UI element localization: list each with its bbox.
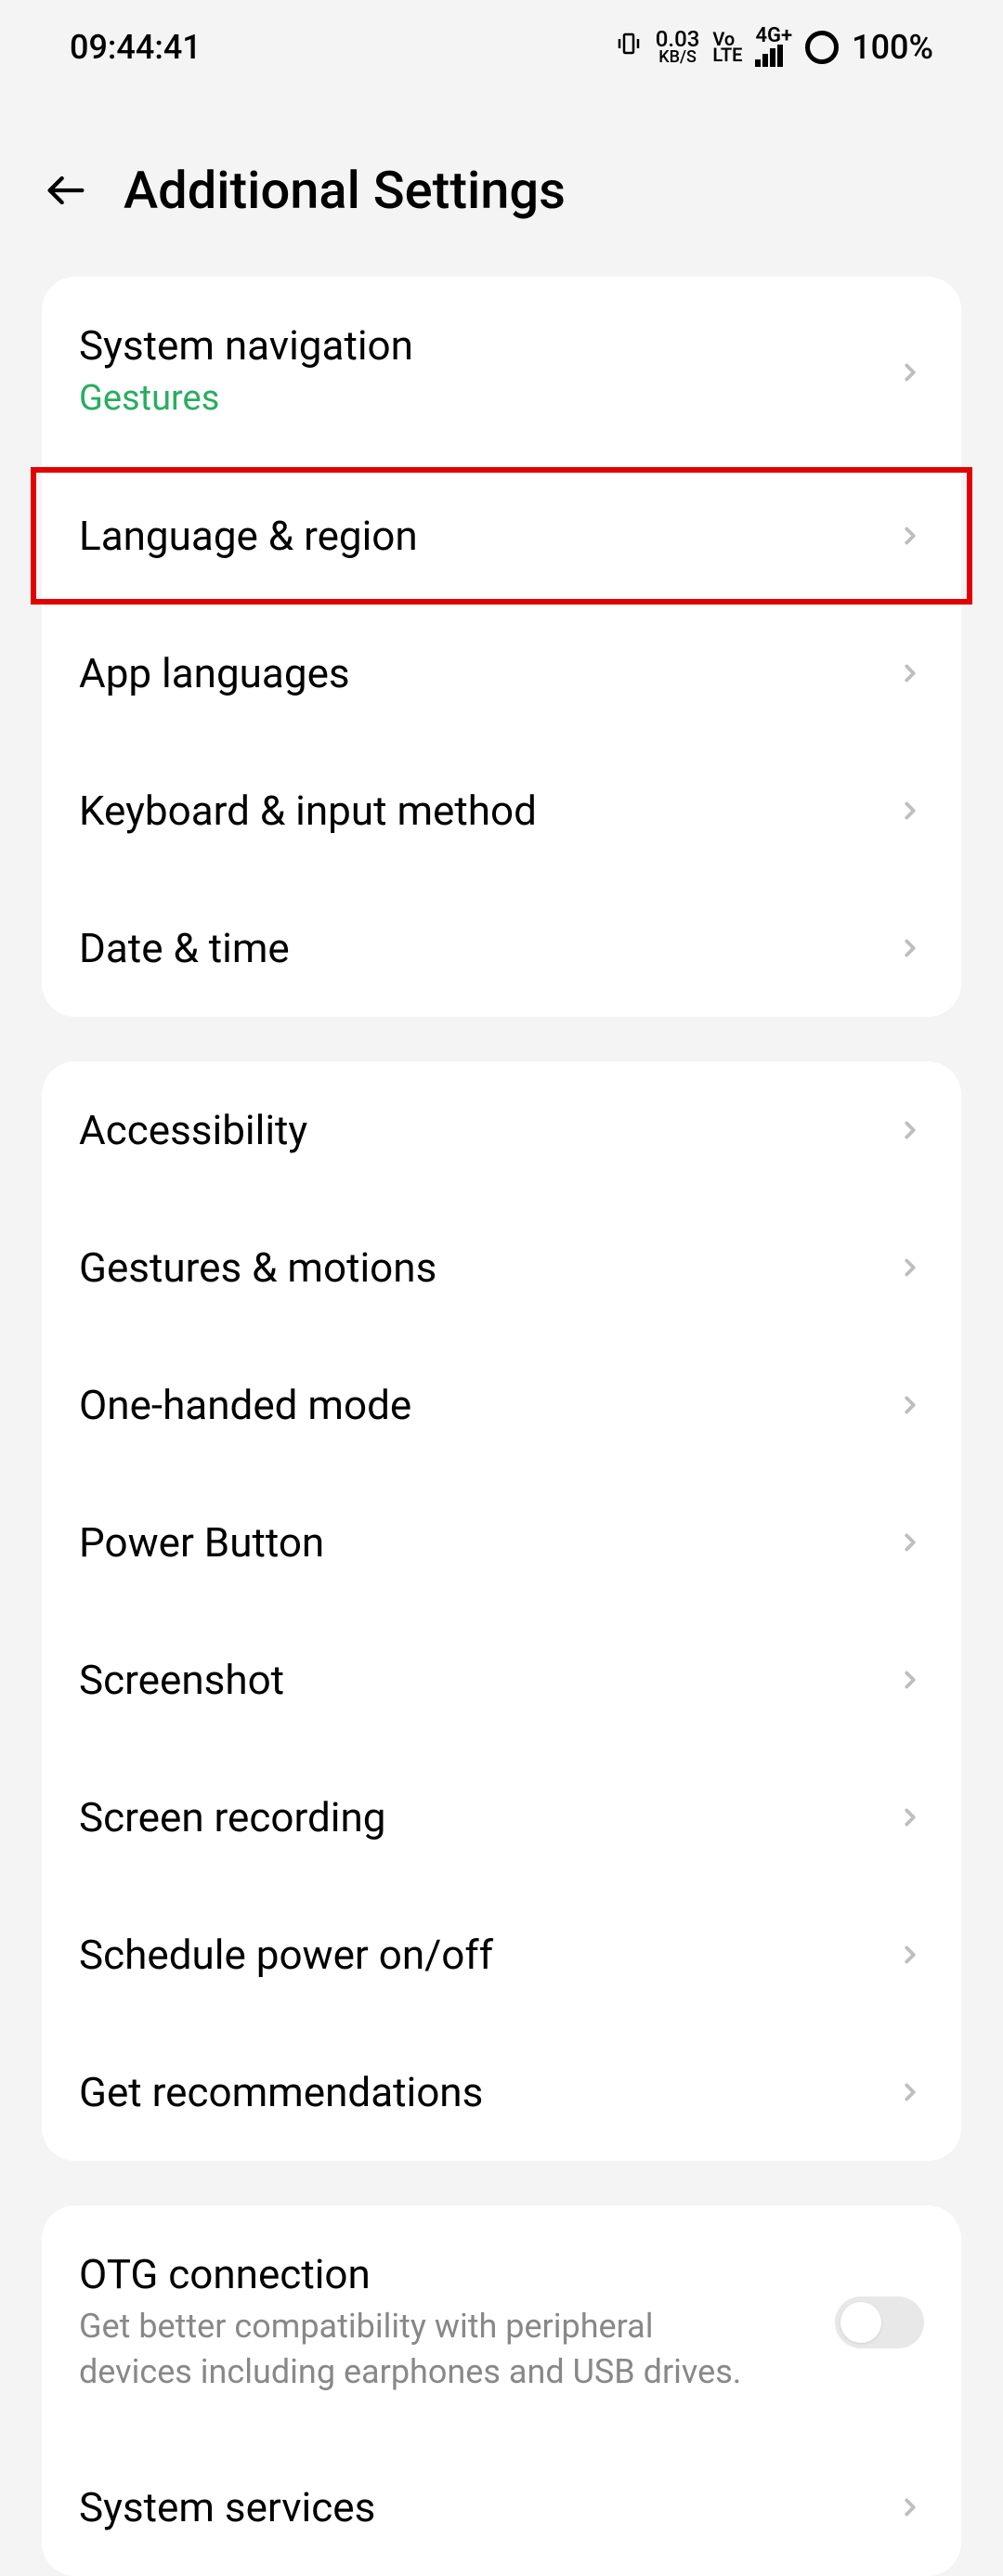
- settings-row-screen-recording[interactable]: Screen recording: [42, 1749, 961, 1886]
- row-content: Schedule power on/off: [79, 1931, 493, 1979]
- row-title: One-handed mode: [79, 1381, 411, 1429]
- data-rate-indicator: 0.03 KB/S: [656, 30, 700, 65]
- chevron-right-icon: [896, 926, 924, 970]
- toggle-otg-connection[interactable]: [835, 2296, 924, 2348]
- settings-row-one-handed-mode[interactable]: One-handed mode: [42, 1336, 961, 1474]
- settings-row-power-button[interactable]: Power Button: [42, 1474, 961, 1611]
- settings-row-keyboard-input[interactable]: Keyboard & input method: [42, 742, 961, 879]
- row-content: Keyboard & input method: [79, 787, 537, 835]
- row-title: System navigation: [79, 321, 413, 370]
- row-title: OTG connection: [79, 2250, 748, 2298]
- row-title: App languages: [79, 649, 350, 697]
- settings-row-otg-connection[interactable]: OTG connection Get better compatibility w…: [42, 2205, 961, 2439]
- settings-group: OTG connection Get better compatibility w…: [42, 2205, 961, 2576]
- row-content: App languages: [79, 649, 350, 697]
- row-content: OTG connection Get better compatibility w…: [79, 2250, 748, 2394]
- chevron-right-icon: [896, 1795, 924, 1840]
- volte-indicator: Vo LTE: [712, 32, 742, 63]
- settings-row-date-time[interactable]: Date & time: [42, 879, 961, 1017]
- row-title: Get recommendations: [79, 2068, 483, 2116]
- settings-row-system-services[interactable]: System services: [42, 2439, 961, 2576]
- chevron-right-icon: [896, 1108, 924, 1152]
- back-button[interactable]: [42, 166, 90, 215]
- chevron-right-icon: [896, 1658, 924, 1702]
- row-subtitle: Get better compatibility with peripheral…: [79, 2304, 748, 2394]
- row-title: Date & time: [79, 924, 290, 972]
- row-subtitle: Gestures: [79, 375, 413, 423]
- row-content: Power Button: [79, 1518, 324, 1567]
- toggle-knob: [840, 2302, 881, 2343]
- chevron-right-icon: [896, 514, 924, 558]
- settings-content: System navigation Gestures Language & regi…: [0, 277, 1003, 2576]
- status-right: 0.03 KB/S Vo LTE 4G+ 100%: [615, 28, 933, 67]
- row-title: Language & region: [79, 512, 418, 560]
- chevron-right-icon: [896, 788, 924, 833]
- row-title: Screenshot: [79, 1656, 284, 1704]
- battery-ring-icon: [805, 31, 839, 64]
- vibrate-icon: [615, 30, 643, 65]
- settings-row-language-region[interactable]: Language & region: [42, 467, 961, 605]
- chevron-right-icon: [896, 1932, 924, 1977]
- settings-row-app-languages[interactable]: App languages: [42, 605, 961, 742]
- row-content: System navigation Gestures: [79, 321, 413, 423]
- chevron-right-icon: [896, 1245, 924, 1290]
- chevron-right-icon: [896, 1383, 924, 1427]
- network-indicator: 4G+: [755, 28, 792, 67]
- chevron-right-icon: [896, 2070, 924, 2114]
- page-title: Additional Settings: [124, 160, 566, 221]
- battery-percent: 100%: [852, 28, 933, 67]
- row-content: One-handed mode: [79, 1381, 411, 1429]
- row-content: System services: [79, 2483, 375, 2531]
- row-title: Keyboard & input method: [79, 787, 537, 835]
- chevron-right-icon: [896, 1520, 924, 1565]
- row-content: Accessibility: [79, 1106, 307, 1154]
- settings-row-gestures-motions[interactable]: Gestures & motions: [42, 1199, 961, 1336]
- settings-group: Accessibility Gestures & motions One-hande…: [42, 1061, 961, 2161]
- arrow-left-icon: [42, 166, 90, 215]
- row-content: Gestures & motions: [79, 1243, 436, 1292]
- chevron-right-icon: [896, 350, 924, 395]
- settings-group: System navigation Gestures Language & regi…: [42, 277, 961, 1017]
- settings-row-get-recommendations[interactable]: Get recommendations: [42, 2023, 961, 2161]
- settings-row-accessibility[interactable]: Accessibility: [42, 1061, 961, 1199]
- row-content: Get recommendations: [79, 2068, 483, 2116]
- status-time: 09:44:41: [70, 28, 202, 67]
- status-bar: 09:44:41 0.03 KB/S Vo LTE 4G+ 100%: [0, 0, 1003, 85]
- page-header: Additional Settings: [0, 85, 1003, 277]
- signal-bars-icon: [755, 45, 783, 67]
- row-title: System services: [79, 2483, 375, 2531]
- settings-row-screenshot[interactable]: Screenshot: [42, 1611, 961, 1749]
- chevron-right-icon: [896, 2485, 924, 2530]
- settings-row-system-navigation[interactable]: System navigation Gestures: [42, 277, 961, 467]
- row-title: Accessibility: [79, 1106, 307, 1154]
- settings-row-schedule-power[interactable]: Schedule power on/off: [42, 1886, 961, 2023]
- row-title: Gestures & motions: [79, 1243, 436, 1292]
- row-content: Date & time: [79, 924, 290, 972]
- row-content: Screen recording: [79, 1793, 386, 1841]
- row-title: Screen recording: [79, 1793, 386, 1841]
- row-title: Schedule power on/off: [79, 1931, 493, 1979]
- chevron-right-icon: [896, 651, 924, 696]
- row-content: Screenshot: [79, 1656, 284, 1704]
- row-title: Power Button: [79, 1518, 324, 1567]
- row-content: Language & region: [79, 512, 418, 560]
